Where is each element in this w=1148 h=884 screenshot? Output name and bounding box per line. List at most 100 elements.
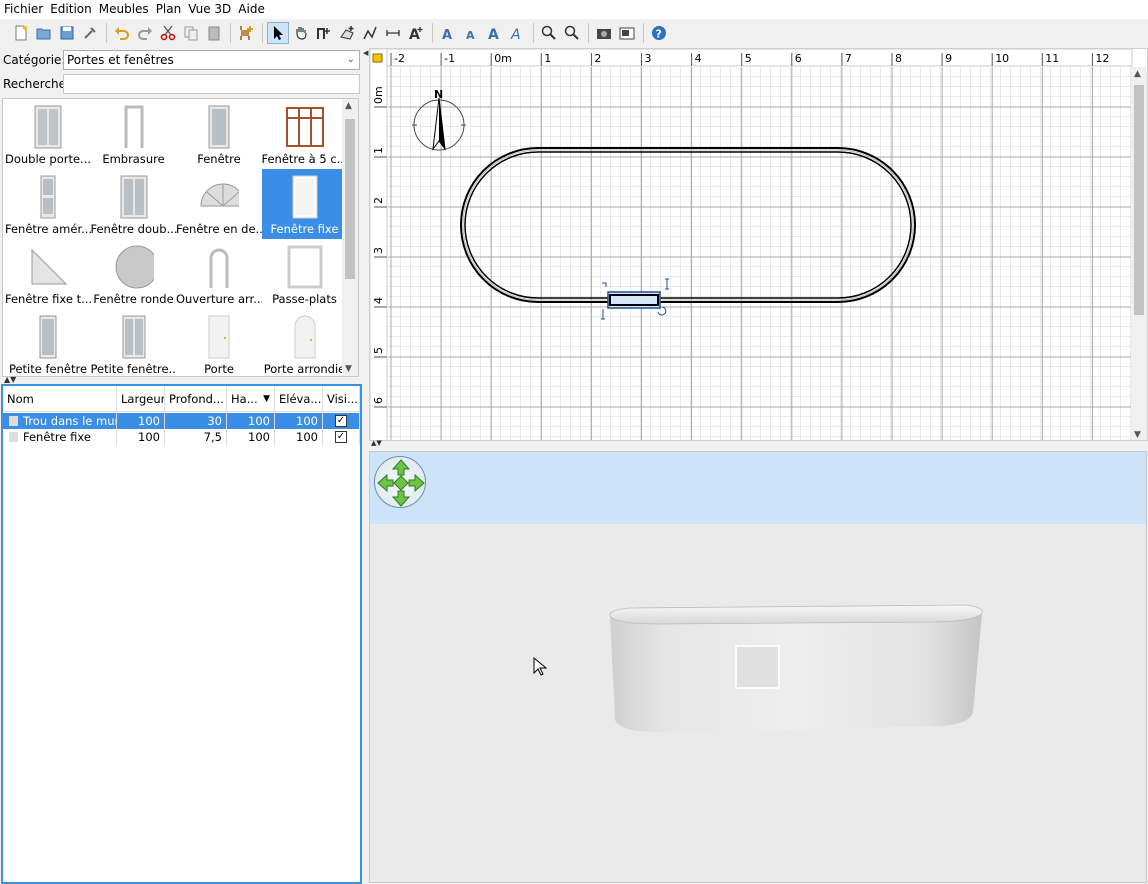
catalog-item[interactable]: Petite fenêtre	[5, 309, 91, 376]
video-icon[interactable]	[616, 22, 638, 44]
cell-name: Trou dans le mur	[3, 413, 117, 429]
plan-scrollbar[interactable]: ▲ ▼	[1131, 67, 1147, 440]
create-dimensions-icon[interactable]	[382, 22, 404, 44]
zoom-in-icon[interactable]	[538, 22, 560, 44]
catalog-scrollbar[interactable]: ▲ ▼	[342, 99, 358, 376]
splitter-arrows-icon[interactable]: ▲▼	[4, 375, 16, 384]
menu-edition[interactable]: Edition	[46, 0, 95, 19]
ruler-y-label: 4	[372, 297, 385, 304]
category-label: Catégorie:	[3, 53, 66, 67]
window-icon	[199, 102, 239, 152]
splitter-arrows-icon[interactable]: ▲▼	[371, 439, 382, 447]
cell-visible: ✓	[323, 429, 360, 445]
catalog-item[interactable]: Fenêtre à 5 c...	[262, 99, 348, 169]
menu-plan[interactable]: Plan	[152, 0, 185, 19]
row-icon	[9, 416, 18, 426]
help-icon[interactable]: ?	[648, 22, 670, 44]
cut-icon[interactable]	[157, 22, 179, 44]
catalog-item[interactable]: Fenêtre amér...	[5, 169, 91, 239]
bold-text-icon[interactable]: A	[483, 22, 505, 44]
catalog-item[interactable]: Fenêtre ronde	[91, 239, 177, 309]
catalog-item[interactable]: Fenêtre fixe	[261, 169, 348, 239]
splitter-left-icon[interactable]: ◀	[363, 49, 368, 57]
small-window-icon	[28, 312, 68, 362]
paste-icon[interactable]	[203, 22, 225, 44]
column-height[interactable]: Ha... ▼	[227, 386, 275, 412]
scrollbar-thumb[interactable]	[1134, 85, 1144, 315]
menu-meubles[interactable]: Meubles	[95, 0, 152, 19]
column-visible[interactable]: Visi...	[323, 386, 360, 412]
toolbar-separator	[533, 23, 534, 43]
italic-text-icon[interactable]: A	[506, 22, 528, 44]
new-home-icon[interactable]	[10, 22, 32, 44]
plan-view[interactable]: -2 -1 0m 1 2 3 4 5 6 7 8 9 10 11 12 0m 1 2 3 4 5 6 N	[369, 48, 1148, 441]
add-text-icon[interactable]: A	[405, 22, 427, 44]
cell-name: Fenêtre fixe	[3, 429, 117, 445]
column-name[interactable]: Nom	[3, 386, 117, 412]
3d-walls[interactable]	[609, 604, 983, 732]
ruler-x-label: -2	[394, 52, 405, 65]
lock-icon[interactable]	[372, 53, 383, 63]
undo-icon[interactable]	[111, 22, 133, 44]
american-window-icon	[28, 172, 68, 222]
catalog-item[interactable]: Porte	[176, 309, 262, 376]
table-row[interactable]: Fenêtre fixe 100 7,5 100 100 ✓	[3, 429, 360, 445]
svg-text:A: A	[466, 29, 475, 41]
plan-3d-splitter[interactable]: ▲▼	[369, 439, 1148, 451]
ruler-y-label: 2	[372, 197, 385, 204]
search-input[interactable]	[63, 74, 360, 94]
scroll-down-icon[interactable]: ▼	[345, 364, 352, 374]
create-polylines-icon[interactable]	[359, 22, 381, 44]
create-walls-icon[interactable]	[313, 22, 335, 44]
visible-checkbox[interactable]: ✓	[335, 415, 347, 427]
scroll-down-icon[interactable]: ▼	[1134, 430, 1141, 440]
catalog-item[interactable]: Double porte...	[5, 99, 91, 169]
catalog-item[interactable]: Fenêtre fixe t...	[5, 239, 91, 309]
catalog-item[interactable]: Fenêtre doub...	[91, 169, 177, 239]
catalog-item[interactable]: Petite fenêtre...	[91, 309, 177, 376]
photo-icon[interactable]	[593, 22, 615, 44]
catalog-item[interactable]: Ouverture arr...	[176, 239, 262, 309]
increase-text-icon[interactable]: A	[437, 22, 459, 44]
catalog-item[interactable]: Porte arrondie	[262, 309, 348, 376]
add-furniture-icon[interactable]	[235, 22, 257, 44]
arched-opening-icon	[199, 242, 239, 292]
menu-vue3d[interactable]: Vue 3D	[184, 0, 234, 19]
catalog-item-label: Fenêtre fixe	[270, 222, 339, 236]
ruler-y-label: 6	[372, 397, 385, 404]
catalog-item[interactable]: Passe-plats	[262, 239, 348, 309]
column-elevation[interactable]: Eléva...	[275, 386, 323, 412]
save-icon[interactable]	[56, 22, 78, 44]
column-depth[interactable]: Profond...	[165, 386, 227, 412]
pan-mode-icon[interactable]	[290, 22, 312, 44]
create-rooms-icon[interactable]	[336, 22, 358, 44]
compass-north-label: N	[434, 88, 443, 101]
3d-scene[interactable]	[370, 452, 1147, 883]
triangle-window-icon	[28, 242, 68, 292]
menu-aide[interactable]: Aide	[234, 0, 268, 19]
table-row[interactable]: Trou dans le mur 100 30 100 100 ✓	[3, 413, 360, 429]
plan-canvas[interactable]: -2 -1 0m 1 2 3 4 5 6 7 8 9 10 11 12 0m123456 N	[370, 49, 1148, 441]
preferences-icon[interactable]	[79, 22, 101, 44]
catalog-item[interactable]: Embrasure	[91, 99, 177, 169]
scrollbar-thumb[interactable]	[345, 119, 355, 279]
select-mode-icon[interactable]	[267, 22, 289, 44]
copy-icon[interactable]	[180, 22, 202, 44]
catalog-item[interactable]: Fenêtre	[176, 99, 262, 169]
vertical-splitter[interactable]: ◀	[363, 47, 368, 884]
3d-view[interactable]	[369, 451, 1147, 883]
3d-window-opening[interactable]	[735, 645, 780, 689]
column-width[interactable]: Largeur	[117, 386, 165, 412]
open-icon[interactable]	[33, 22, 55, 44]
zoom-out-icon[interactable]	[561, 22, 583, 44]
fixed-window-icon	[285, 172, 325, 222]
scroll-up-icon[interactable]: ▲	[345, 101, 352, 111]
catalog-item[interactable]: Fenêtre en de...	[176, 169, 262, 239]
scroll-up-icon[interactable]: ▲	[1134, 69, 1141, 79]
category-select[interactable]: Portes et fenêtres ⌄	[63, 50, 360, 70]
visible-checkbox[interactable]: ✓	[335, 431, 347, 443]
decrease-text-icon[interactable]: A	[460, 22, 482, 44]
redo-icon[interactable]	[134, 22, 156, 44]
menu-fichier[interactable]: Fichier	[0, 0, 46, 19]
round-door-icon	[285, 312, 325, 362]
